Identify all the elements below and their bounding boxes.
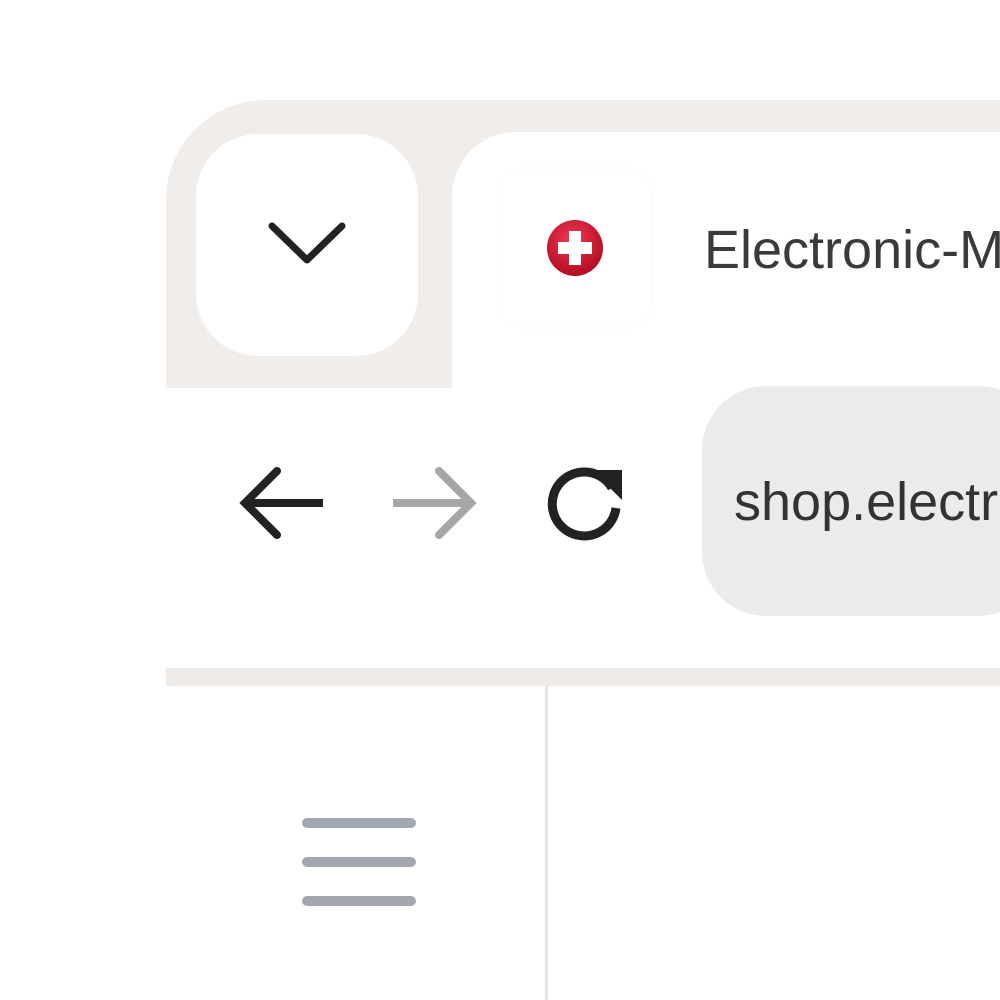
arrow-left-icon [239,467,323,539]
chevron-down-icon [268,222,346,264]
tab-title: Electronic-M [704,220,1000,280]
tab-list-button[interactable] [196,134,418,356]
url-text[interactable]: shop.electr [734,470,998,534]
menu-button[interactable] [296,812,424,912]
browser-window: Electronic-M shop.electr [0,0,1000,1000]
forward-button[interactable] [380,448,490,558]
tab-favicon [500,170,650,326]
sidebar-divider [545,686,548,1000]
arrow-right-icon [393,467,477,539]
back-button[interactable] [226,448,336,558]
toolbar-divider [166,668,1000,686]
reload-icon [547,467,622,541]
page-content [166,686,1000,1000]
swiss-cross-icon [547,220,603,276]
reload-button[interactable] [530,448,640,558]
